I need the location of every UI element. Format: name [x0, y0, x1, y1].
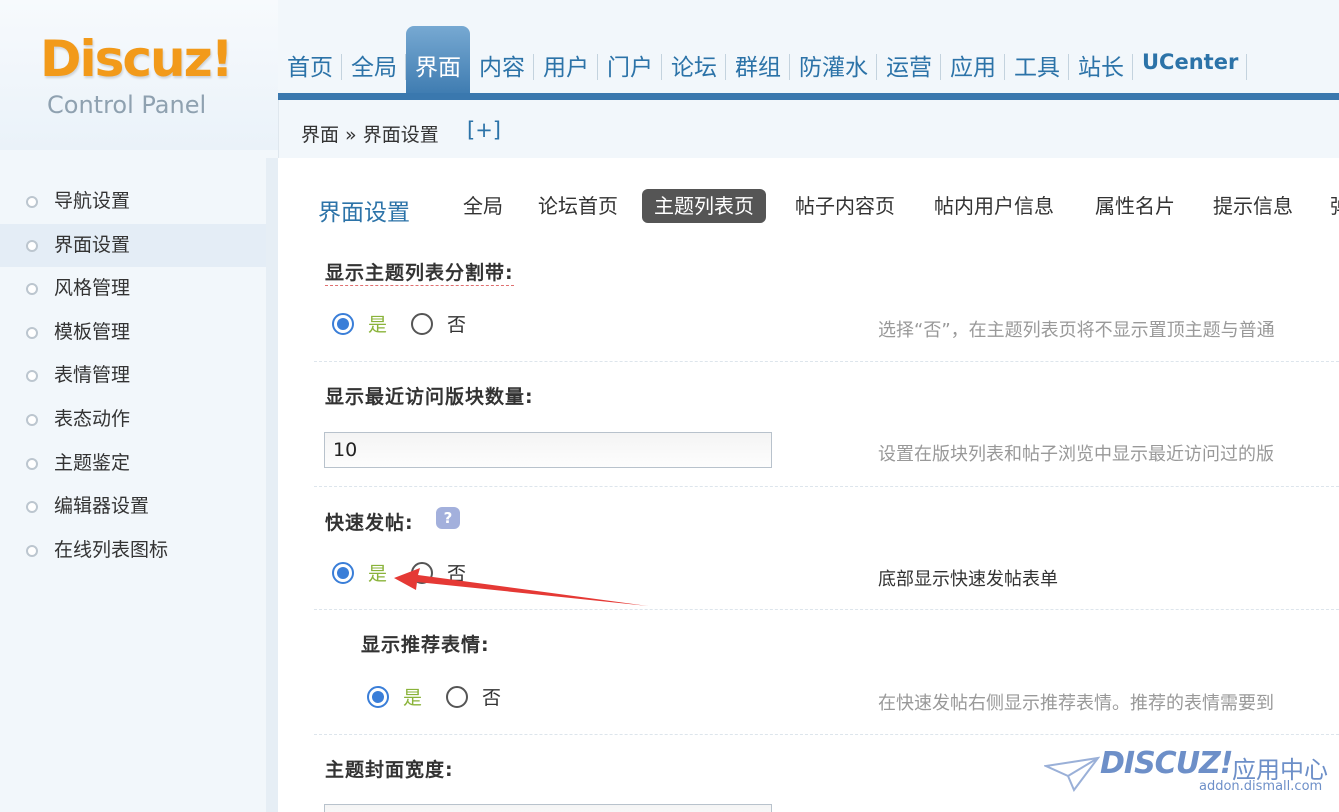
nav-operations[interactable]: 运营: [877, 26, 941, 100]
tab-post-content[interactable]: 帖子内容页: [783, 189, 907, 223]
setting-desc-recommended-smilies: 在快速发帖右侧显示推荐表情。推荐的表情需要到: [878, 693, 1274, 714]
bullet-icon: [26, 326, 38, 339]
main-panel: 界面设置 全局 论坛首页 主题列表页 帖子内容页 帖内用户信息 属性名片 提示信…: [280, 158, 1339, 812]
setting-label-recent-forums: 显示最近访问版块数量:: [325, 386, 534, 408]
sidebar-item-styles[interactable]: 风格管理: [0, 267, 266, 311]
cover-width-input[interactable]: [324, 804, 772, 812]
nav-tools[interactable]: 工具: [1005, 26, 1069, 100]
tab-post-user-info[interactable]: 帖内用户信息: [922, 189, 1066, 223]
nav-apps[interactable]: 应用: [941, 26, 1005, 100]
radio-no-label[interactable]: 否: [447, 310, 466, 337]
nav-home[interactable]: 首页: [278, 26, 342, 100]
sidebar-item-online-icons[interactable]: 在线列表图标: [0, 529, 266, 573]
recent-forums-count-input[interactable]: [324, 432, 772, 468]
radio-group-recommended-smilies: 是 否: [367, 683, 525, 710]
radio-yes[interactable]: [332, 312, 354, 335]
settings-tab-bar: 界面设置 全局 论坛首页 主题列表页 帖子内容页 帖内用户信息 属性名片 提示信…: [280, 186, 1339, 226]
bullet-icon: [26, 196, 38, 208]
bullet-icon: [26, 239, 38, 252]
setting-desc-quick-post: 底部显示快速发帖表单: [878, 569, 1058, 590]
tab-global[interactable]: 全局: [451, 189, 515, 223]
paper-plane-icon: [1044, 756, 1100, 792]
sidebar-item-label: 模板管理: [54, 320, 131, 343]
sidebar-item-label: 表态动作: [54, 407, 131, 430]
breadcrumb: 界面 » 界面设置 [+]: [278, 100, 1339, 158]
top-nav: 首页 全局 界面 内容 用户 门户 论坛 群组 防灌水 运营 应用 工具 站长 …: [278, 26, 1248, 100]
sidebar-item-label: 主题鉴定: [54, 451, 131, 474]
header: Discuz! Control Panel 首页 全局 界面 内容 用户 门户 …: [0, 0, 1339, 158]
sidebar-item-label: 表情管理: [54, 364, 131, 387]
tab-popup[interactable]: 弹: [1318, 189, 1339, 223]
sidebar-item-smilies[interactable]: 表情管理: [0, 354, 266, 398]
nav-underline-bar: [278, 93, 1339, 100]
logo[interactable]: Discuz! Control Panel: [0, 0, 278, 150]
setting-label-thread-divider: 显示主题列表分割带:: [325, 258, 514, 286]
radio-yes-label[interactable]: 是: [368, 310, 387, 337]
bullet-icon: [26, 544, 38, 557]
breadcrumb-path: 界面 » 界面设置: [301, 124, 439, 146]
watermark: DISCUZ! 应用中心 addon.dismall.com: [1044, 744, 1339, 812]
sidebar-item-label: 在线列表图标: [54, 538, 169, 561]
nav-global[interactable]: 全局: [342, 26, 406, 100]
sidebar-item-thread-stamps[interactable]: 主题鉴定: [0, 442, 266, 486]
nav-forum[interactable]: 论坛: [662, 26, 726, 100]
sidebar-item-reactions[interactable]: 表态动作: [0, 398, 266, 442]
tab-thread-list[interactable]: 主题列表页: [642, 189, 766, 223]
watermark-brand: DISCUZ!: [1100, 746, 1233, 781]
sidebar-item-label: 编辑器设置: [54, 495, 150, 518]
tab-notices[interactable]: 提示信息: [1201, 189, 1305, 223]
radio-yes-label[interactable]: 是: [368, 559, 387, 586]
setting-label-cover-width: 主题封面宽度:: [325, 759, 454, 781]
nav-anti-spam[interactable]: 防灌水: [790, 26, 877, 100]
radio-no[interactable]: [446, 685, 469, 708]
radio-yes[interactable]: [332, 561, 354, 584]
sidebar: 导航设置 界面设置 风格管理 模板管理 表情管理 表态动作 主题鉴定 编辑器设置…: [0, 158, 278, 812]
bullet-icon: [26, 457, 38, 470]
divider: [314, 734, 1339, 735]
radio-yes[interactable]: [367, 685, 389, 708]
logo-subtitle: Control Panel: [47, 91, 207, 119]
sidebar-item-label: 界面设置: [54, 233, 131, 256]
sidebar-item-templates[interactable]: 模板管理: [0, 311, 266, 355]
nav-users[interactable]: 用户: [534, 26, 598, 100]
tab-profile-card[interactable]: 属性名片: [1083, 189, 1187, 223]
tab-forum-index[interactable]: 论坛首页: [526, 189, 630, 223]
watermark-domain: addon.dismall.com: [1199, 779, 1323, 794]
nav-interface[interactable]: 界面: [406, 26, 470, 100]
radio-no[interactable]: [411, 312, 434, 335]
nav-groups[interactable]: 群组: [726, 26, 790, 100]
sidebar-item-label: 导航设置: [54, 190, 131, 212]
sidebar-item-interface-settings[interactable]: 界面设置: [0, 223, 266, 268]
setting-desc-recent-forums: 设置在版块列表和帖子浏览中显示最近访问过的版: [878, 444, 1274, 465]
sidebar-item-editor-settings[interactable]: 编辑器设置: [0, 485, 266, 529]
nav-portal[interactable]: 门户: [598, 26, 662, 100]
sidebar-item-label: 风格管理: [54, 277, 131, 300]
bullet-icon: [26, 370, 38, 383]
divider: [314, 361, 1339, 362]
bullet-icon: [26, 501, 38, 514]
page-title: 界面设置: [318, 200, 410, 226]
sidebar-item-navigation[interactable]: 导航设置: [0, 180, 266, 224]
red-arrow-annotation: [394, 568, 648, 606]
radio-no-label[interactable]: 否: [482, 683, 501, 710]
nav-ucenter[interactable]: UCenter: [1133, 26, 1248, 100]
setting-label-quick-post: 快速发帖:: [325, 512, 414, 534]
radio-yes-label[interactable]: 是: [403, 683, 422, 710]
nav-admin[interactable]: 站长: [1069, 26, 1133, 100]
logo-brand: Discuz!: [40, 30, 234, 88]
radio-group-thread-divider: 是 否: [332, 310, 490, 337]
bullet-icon: [26, 413, 38, 426]
setting-desc-thread-divider: 选择“否”，在主题列表页将不显示置顶主题与普通: [878, 320, 1275, 341]
setting-label-recommended-smilies: 显示推荐表情:: [361, 634, 490, 656]
divider: [314, 486, 1339, 487]
help-icon[interactable]: ?: [436, 507, 460, 529]
breadcrumb-expand-button[interactable]: [+]: [467, 118, 501, 142]
bullet-icon: [26, 283, 38, 296]
nav-content[interactable]: 内容: [470, 26, 534, 100]
